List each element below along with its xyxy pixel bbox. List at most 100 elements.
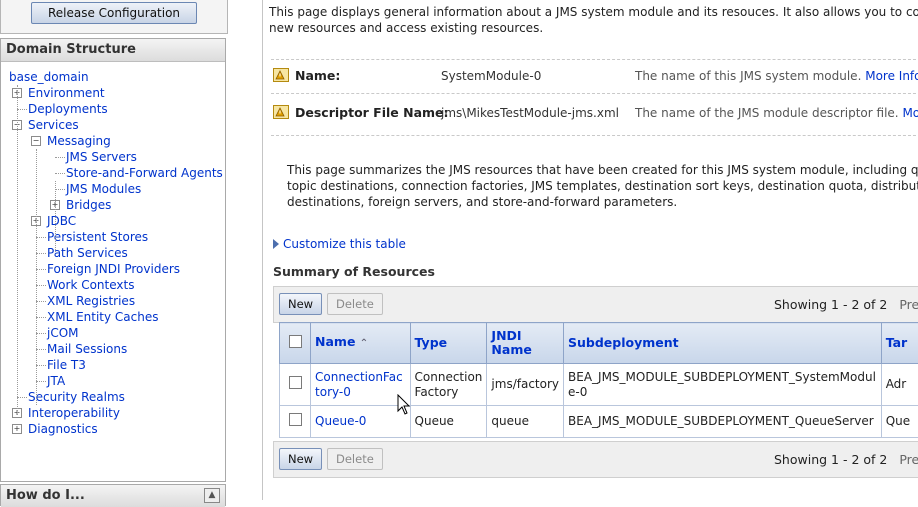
resources-table: Name ⌃ Type JNDI Name Subdeployment Tar …: [279, 322, 918, 438]
jndi-column-header[interactable]: JNDI Name: [487, 323, 564, 364]
tree-item-label[interactable]: Deployments: [28, 102, 108, 116]
tree-item-environment[interactable]: Environment: [28, 85, 105, 101]
type-column-header[interactable]: Type: [410, 323, 487, 364]
main-content: This page displays general information a…: [262, 0, 918, 500]
tree-item-jms-modules[interactable]: JMS Modules: [66, 181, 141, 197]
tree-item-label[interactable]: XML Registries: [47, 294, 135, 308]
tree-item-label[interactable]: Store-and-Forward Agents: [66, 166, 223, 180]
name-more-info-link[interactable]: More Info...: [865, 69, 918, 83]
bottom-table-toolbar: New Delete Showing 1 - 2 of 2 Prev: [273, 441, 918, 478]
row-select-cell: [280, 364, 311, 406]
expand-icon[interactable]: +: [12, 424, 22, 434]
tree-item-jta[interactable]: JTA: [47, 373, 65, 389]
prev-link[interactable]: Prev: [899, 452, 918, 467]
collapse-panel-icon[interactable]: ▲: [204, 488, 220, 503]
tree-connector: [36, 349, 46, 350]
tree-item-label[interactable]: Environment: [28, 86, 105, 100]
tree-connector: [36, 269, 46, 270]
row-checkbox[interactable]: [289, 376, 302, 389]
tree-connector: [36, 285, 46, 286]
tree-item-security-realms[interactable]: Security Realms: [28, 389, 125, 405]
tree-item-diagnostics[interactable]: Diagnostics: [28, 421, 98, 437]
name-column-header[interactable]: Name ⌃: [311, 323, 410, 364]
tree-item-jms-servers[interactable]: JMS Servers: [66, 149, 137, 165]
resource-name-link[interactable]: ConnectionFactory-0: [315, 370, 403, 399]
tree-item-jcom[interactable]: jCOM: [47, 325, 79, 341]
tree-item-label[interactable]: Work Contexts: [47, 278, 134, 292]
how-do-i-title: How do I...: [1, 485, 225, 507]
tree-item-interoperability[interactable]: Interoperability: [28, 405, 120, 421]
tree-item-label[interactable]: File T3: [47, 358, 86, 372]
customize-table-link[interactable]: Customize this table: [273, 237, 406, 251]
showing-count: Showing 1 - 2 of 2: [774, 297, 887, 312]
tree-item-label[interactable]: Path Services: [47, 246, 128, 260]
tree-item-label[interactable]: Foreign JNDI Providers: [47, 262, 180, 276]
tree-item-path-services[interactable]: Path Services: [47, 245, 128, 261]
subdeployment-column-header[interactable]: Subdeployment: [564, 323, 882, 364]
tree-item-persistent-stores[interactable]: Persistent Stores: [47, 229, 148, 245]
tree-item-label[interactable]: jCOM: [47, 326, 79, 340]
type-cell: Queue: [410, 406, 487, 438]
tree-item-label[interactable]: Mail Sessions: [47, 342, 127, 356]
tree-item-label[interactable]: Interoperability: [28, 406, 120, 420]
tree-connector: [55, 189, 65, 190]
name-value: SystemModule-0: [441, 64, 541, 88]
delete-button[interactable]: Delete: [327, 293, 383, 315]
target-column-header[interactable]: Tar: [881, 323, 918, 364]
tree-item-label[interactable]: Services: [28, 118, 79, 132]
tree-item-bridges[interactable]: Bridges: [66, 197, 111, 213]
summary-line-2: topic destinations, connection factories…: [287, 178, 918, 194]
tree-item-xml-entity-caches[interactable]: XML Entity Caches: [47, 309, 159, 325]
tree-connector: [17, 85, 18, 415]
resource-name-link[interactable]: Queue-0: [315, 414, 366, 428]
tree-item-base-domain[interactable]: base_domain: [9, 69, 89, 85]
tree-item-foreign-jndi-providers[interactable]: Foreign JNDI Providers: [47, 261, 180, 277]
intro-line-1: This page displays general information a…: [269, 4, 918, 20]
tree-item-label[interactable]: Bridges: [66, 198, 111, 212]
tree-connector: [55, 173, 65, 174]
tree-item-label[interactable]: JMS Servers: [66, 150, 137, 164]
tree-item-mail-sessions[interactable]: Mail Sessions: [47, 341, 127, 357]
tree-item-label[interactable]: Diagnostics: [28, 422, 98, 436]
mouse-cursor-icon: [397, 394, 411, 416]
new-button[interactable]: New: [279, 293, 322, 315]
tree-item-jdbc[interactable]: JDBC: [47, 213, 76, 229]
jndi-cell: queue: [487, 406, 564, 438]
pagination-info: Showing 1 - 2 of 2 Prev: [774, 442, 918, 477]
tree-item-label[interactable]: Security Realms: [28, 390, 125, 404]
tree-connector: [17, 397, 27, 398]
customize-table-label[interactable]: Customize this table: [283, 237, 406, 251]
descriptor-more-info-link[interactable]: More: [902, 106, 918, 120]
name-cell: Queue-0: [311, 406, 410, 438]
name-label: Name:: [295, 64, 340, 88]
prev-link[interactable]: Prev: [899, 297, 918, 312]
showing-count: Showing 1 - 2 of 2: [774, 452, 887, 467]
tree-item-label[interactable]: Messaging: [47, 134, 111, 148]
new-button[interactable]: New: [279, 448, 322, 470]
table-row: ConnectionFactory-0 Connection Factory j…: [280, 364, 918, 406]
tree-item-label[interactable]: JDBC: [47, 214, 76, 228]
select-all-checkbox[interactable]: [289, 335, 302, 348]
tree-item-work-contexts[interactable]: Work Contexts: [47, 277, 134, 293]
tree-item-label[interactable]: base_domain: [9, 70, 89, 84]
warning-icon: [273, 105, 289, 119]
tree-item-store-and-forward-agents[interactable]: Store-and-Forward Agents: [66, 165, 223, 181]
tree-item-label[interactable]: JTA: [47, 374, 65, 388]
collapse-icon[interactable]: −: [31, 136, 41, 146]
tree-item-label[interactable]: Persistent Stores: [47, 230, 148, 244]
release-configuration-button[interactable]: Release Configuration: [31, 2, 197, 24]
tree-item-services[interactable]: Services: [28, 117, 79, 133]
row-checkbox[interactable]: [289, 413, 302, 426]
tree-connector: [36, 381, 46, 382]
tree-item-deployments[interactable]: Deployments: [28, 101, 108, 117]
tree-item-file-t3[interactable]: File T3: [47, 357, 86, 373]
tree-connector: [55, 157, 65, 158]
summary-title: Summary of Resources: [273, 264, 435, 279]
tree-item-label[interactable]: JMS Modules: [66, 182, 141, 196]
delete-button[interactable]: Delete: [327, 448, 383, 470]
tree-item-messaging[interactable]: Messaging: [47, 133, 111, 149]
tree-item-label[interactable]: XML Entity Caches: [47, 310, 159, 324]
tree-item-xml-registries[interactable]: XML Registries: [47, 293, 135, 309]
tree-connector: [36, 253, 46, 254]
target-cell: Que: [881, 406, 918, 438]
